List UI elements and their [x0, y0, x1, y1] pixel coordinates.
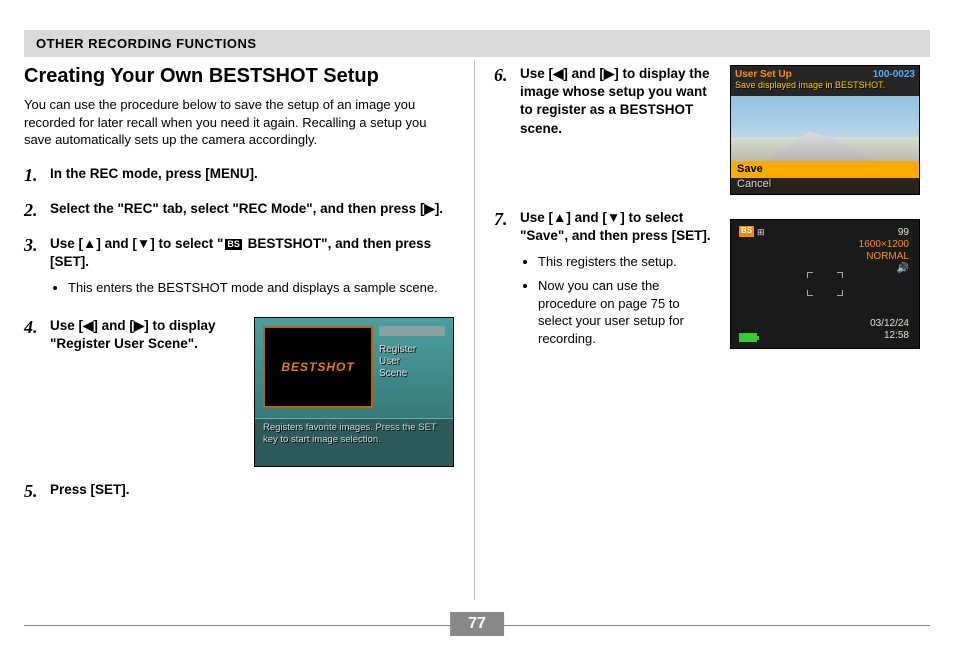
bullet-item: Now you can use the procedure on page 75…: [538, 277, 716, 347]
step-bullets: This enters the BESTSHOT mode and displa…: [68, 279, 454, 297]
scrollbar-stub: [379, 326, 445, 336]
step-text: Select the "REC" tab, select "REC Mode",…: [50, 201, 443, 216]
manual-page: OTHER RECORDING FUNCTIONS Creating Your …: [0, 0, 954, 646]
step-number: 5.: [24, 481, 50, 502]
step-bullets: This registers the setup. Now you can us…: [538, 253, 716, 347]
step-text: Use [▲] and [▼] to select "Save", and th…: [520, 210, 711, 243]
procedure-list: 1. In the REC mode, press [MENU]. 2. Sel…: [24, 165, 454, 502]
step-number: 1.: [24, 165, 50, 186]
bs-icon: BS: [225, 239, 242, 250]
figure-rec-screen: BS ⊞ 99 1600×1200 NORMAL 🔊 03/12/24 12:5…: [730, 219, 920, 349]
step-7: 7. Use [▲] and [▼] to select "Save", and…: [494, 209, 920, 353]
save-message: Save displayed image in BESTSHOT.: [735, 80, 885, 91]
step-number: 3.: [24, 235, 50, 256]
step-4: 4. Use [◀] and [▶] to display "Register …: [24, 317, 454, 467]
step-6: 6. Use [◀] and [▶] to display the image …: [494, 65, 920, 195]
right-column: 6. Use [◀] and [▶] to display the image …: [472, 65, 920, 516]
bestshot-logo: BESTSHOT: [281, 359, 354, 375]
save-option: Save: [731, 161, 919, 178]
step-number: 2.: [24, 200, 50, 221]
intro-paragraph: You can use the procedure below to save …: [24, 96, 454, 149]
step-text: In the REC mode, press [MENU].: [50, 166, 258, 181]
mode-icon: ⊞: [757, 226, 765, 238]
page-footer: 77: [24, 625, 930, 626]
figure-save-image: User Set Up 100-0023 Save displayed imag…: [730, 65, 920, 195]
step-text: Use [◀] and [▶] to display the image who…: [520, 66, 710, 136]
focus-frame: [807, 272, 843, 296]
figure-caption: Registers favorite images. Press the SET…: [255, 418, 453, 453]
step-5: 5. Press [SET].: [24, 481, 454, 502]
step-text: Use [◀] and [▶] to display "Register Use…: [50, 318, 216, 351]
page-title: Creating Your Own BESTSHOT Setup: [24, 65, 454, 88]
bullet-item: This enters the BESTSHOT mode and displa…: [68, 279, 454, 297]
step-number: 6.: [494, 65, 520, 86]
time-label: 12:58: [884, 329, 909, 343]
register-label: Register User Scene: [379, 344, 445, 380]
step-text: Press [SET].: [50, 482, 130, 497]
left-column: Creating Your Own BESTSHOT Setup You can…: [24, 65, 472, 516]
bullet-item: This registers the setup.: [538, 253, 716, 271]
step-number: 7.: [494, 209, 520, 230]
step-text: Use [▲] and [▼] to select "BS BESTSHOT",…: [50, 236, 431, 269]
cancel-option: Cancel: [737, 177, 771, 192]
step-number: 4.: [24, 317, 50, 338]
step-3: 3. Use [▲] and [▼] to select "BS BESTSHO…: [24, 235, 454, 303]
step-2: 2. Select the "REC" tab, select "REC Mod…: [24, 200, 454, 221]
bs-badge: BS: [739, 226, 754, 237]
step-1: 1. In the REC mode, press [MENU].: [24, 165, 454, 186]
section-header: OTHER RECORDING FUNCTIONS: [24, 30, 930, 57]
battery-fill: [740, 334, 756, 341]
bestshot-frame: BESTSHOT: [263, 326, 373, 408]
procedure-list-right: 6. Use [◀] and [▶] to display the image …: [494, 65, 920, 353]
page-number: 77: [450, 612, 504, 636]
content-columns: Creating Your Own BESTSHOT Setup You can…: [24, 65, 930, 516]
speaker-icon: 🔊: [897, 262, 909, 276]
figure-register-scene: BESTSHOT Register User Scene Registers f…: [254, 317, 454, 467]
